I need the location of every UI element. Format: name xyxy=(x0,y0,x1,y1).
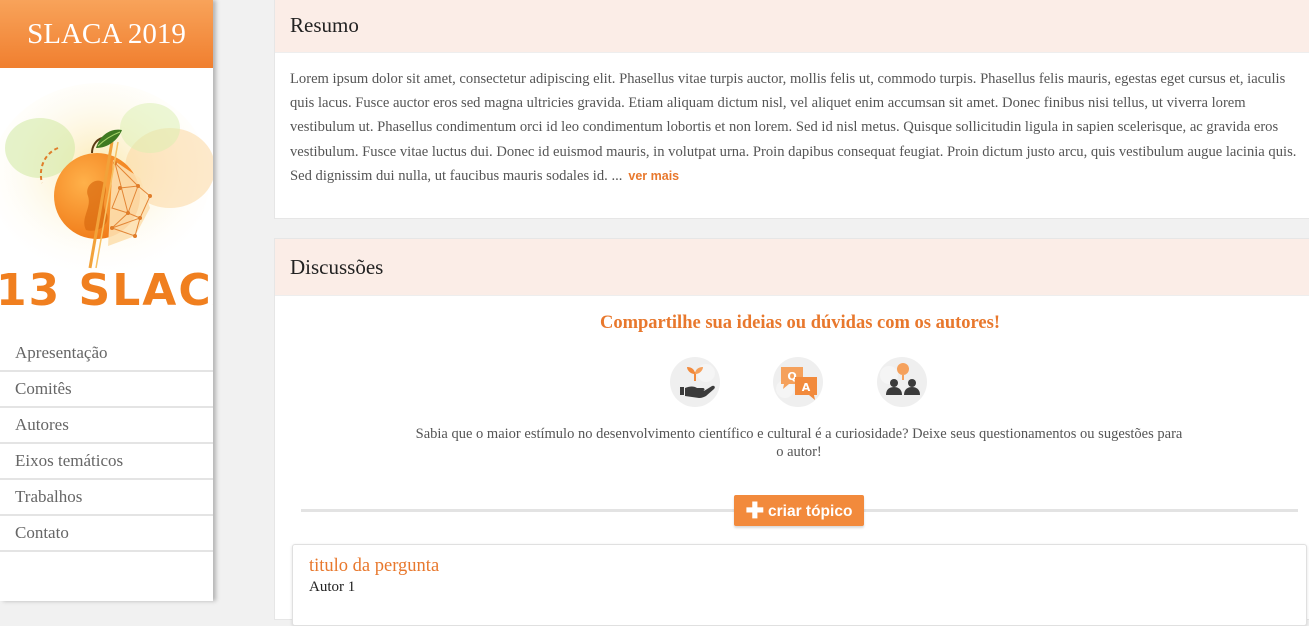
brand-title[interactable]: SLACA 2019 xyxy=(0,0,213,68)
criar-topico-button[interactable]: ✚ criar tópico xyxy=(734,495,864,526)
criar-topico-label: criar tópico xyxy=(768,503,853,520)
hand-plant-icon xyxy=(670,357,720,407)
logo-text: 13 SLACA xyxy=(0,265,213,316)
resumo-card: Resumo Lorem ipsum dolor sit amet, conse… xyxy=(274,0,1309,219)
resumo-body: Lorem ipsum dolor sit amet, consectetur … xyxy=(275,53,1309,188)
topic-author: Autor 1 xyxy=(309,579,356,595)
resumo-title: Resumo xyxy=(275,0,1309,53)
qa-chat-icon: Q A xyxy=(773,357,823,407)
discussoes-title: Discussões xyxy=(275,239,1309,296)
resumo-text: Lorem ipsum dolor sit amet, consectetur … xyxy=(290,71,1297,184)
sidebar-item-eixos-tematicos[interactable]: Eixos temáticos xyxy=(0,444,213,480)
svg-text:A: A xyxy=(802,381,811,394)
share-title: Compartilhe sua ideias ou dúvidas com os… xyxy=(599,313,1001,333)
sidebar-nav: Apresentação Comitês Autores Eixos temát… xyxy=(0,336,213,552)
sidebar-item-apresentacao[interactable]: Apresentação xyxy=(0,336,213,372)
feature-icons: Q A xyxy=(275,355,1309,411)
sidebar: SLACA 2019 13 SLAC Apresentação Comitês … xyxy=(0,0,213,601)
sidebar-item-contato[interactable]: Contato xyxy=(0,516,213,552)
event-logo: 13 SLACA xyxy=(0,68,213,330)
topic-card[interactable]: titulo da pergunta Autor 1 xyxy=(292,544,1307,626)
sidebar-item-trabalhos[interactable]: Trabalhos xyxy=(0,480,213,516)
sidebar-item-autores[interactable]: Autores xyxy=(0,408,213,444)
sidebar-item-comites[interactable]: Comitês xyxy=(0,372,213,408)
plus-icon: ✚ xyxy=(745,498,764,523)
sabia-text: Sabia que o maior estímulo no desenvolvi… xyxy=(415,426,1183,460)
ver-mais-link[interactable]: ver mais xyxy=(628,169,679,183)
discussoes-card: Discussões Compartilhe sua ideias ou dúv… xyxy=(274,238,1309,626)
topic-title[interactable]: titulo da pergunta xyxy=(309,556,1306,577)
people-icon xyxy=(877,357,927,407)
